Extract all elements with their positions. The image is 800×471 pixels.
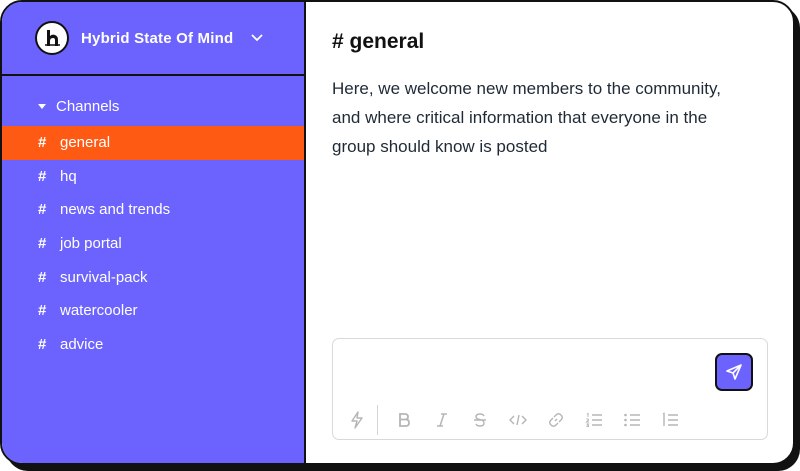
toolbar-divider	[377, 405, 378, 435]
bold-icon[interactable]	[392, 408, 416, 432]
channel-label: advice	[60, 335, 104, 353]
channel-label: general	[60, 134, 111, 152]
bullet-list-icon[interactable]	[620, 408, 644, 432]
lightning-icon[interactable]	[345, 408, 369, 432]
sidebar-item-general[interactable]: # general	[2, 126, 304, 160]
workspace-name: Hybrid State Of Mind	[81, 29, 234, 47]
sidebar-item-hq[interactable]: # hq	[2, 160, 304, 194]
italic-icon[interactable]	[430, 408, 454, 432]
message-composer[interactable]	[332, 338, 768, 440]
channel-label: watercooler	[60, 302, 138, 320]
formatting-toolbar	[345, 405, 696, 435]
channel-description: Here, we welcome new members to the comm…	[332, 79, 721, 156]
sidebar-item-survival-pack[interactable]: # survival-pack	[2, 260, 304, 294]
sidebar-item-news-and-trends[interactable]: # news and trends	[2, 193, 304, 227]
send-button[interactable]	[715, 353, 753, 391]
channels-section-label: Channels	[56, 97, 120, 115]
hash-icon: #	[38, 167, 47, 185]
app-window: Hybrid State Of Mind Channels # general …	[0, 0, 795, 465]
link-icon[interactable]	[544, 408, 568, 432]
hash-icon: #	[38, 201, 47, 219]
numbered-list-icon[interactable]	[658, 408, 682, 432]
chevron-down-icon[interactable]	[251, 34, 263, 42]
hash-icon: #	[38, 335, 47, 353]
channel-label: job portal	[60, 235, 122, 253]
ordered-list-icon[interactable]	[582, 408, 606, 432]
send-icon	[726, 364, 742, 380]
channel-label: news and trends	[60, 201, 171, 219]
hash-icon: #	[38, 235, 47, 253]
sidebar-item-advice[interactable]: # advice	[2, 328, 304, 362]
hash-icon: #	[38, 268, 47, 286]
sidebar-item-job-portal[interactable]: # job portal	[2, 227, 304, 261]
caret-down-icon	[38, 103, 46, 109]
sidebar: Hybrid State Of Mind Channels # general …	[2, 2, 306, 463]
workspace-switcher[interactable]: Hybrid State Of Mind	[2, 2, 304, 76]
sidebar-item-watercooler[interactable]: # watercooler	[2, 294, 304, 328]
page-title: # general	[332, 30, 425, 53]
code-icon[interactable]	[506, 408, 530, 432]
channels-section-toggle[interactable]: Channels	[2, 96, 304, 116]
channel-label: hq	[60, 167, 77, 185]
channel-view: # general Here, we welcome new members t…	[306, 2, 793, 463]
hash-icon: #	[38, 134, 47, 152]
channel-list: # general # hq # news and trends # job p…	[2, 126, 304, 361]
workspace-logo-icon	[35, 21, 69, 55]
channel-label: survival-pack	[60, 268, 148, 286]
hash-icon: #	[38, 302, 47, 320]
strikethrough-icon[interactable]	[468, 408, 492, 432]
